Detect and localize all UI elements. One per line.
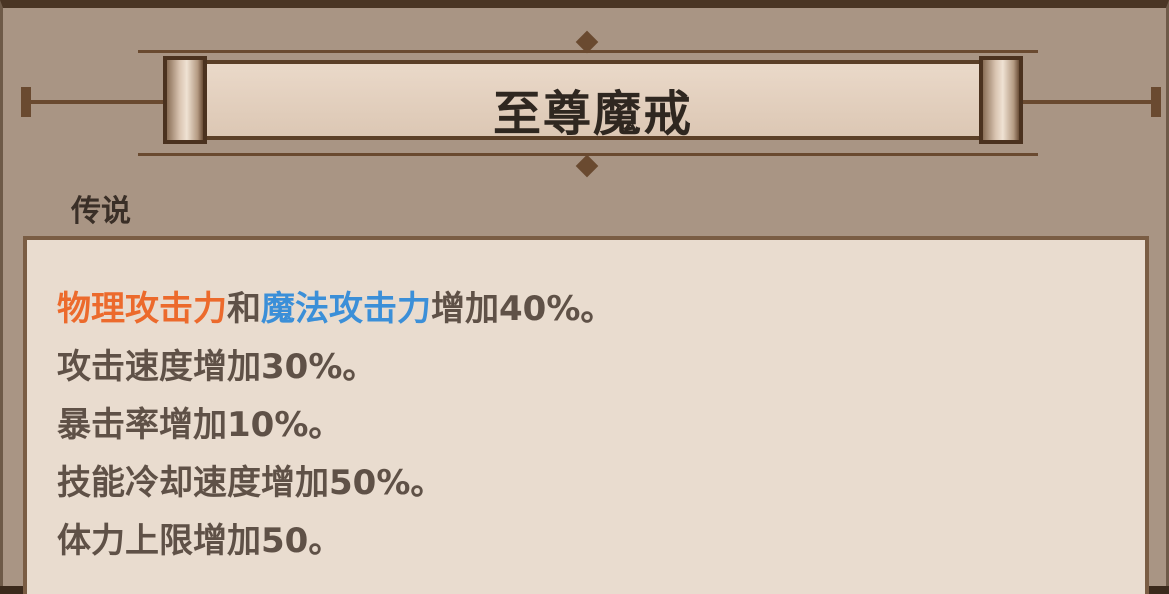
attack-bonus-text: 增加40%。 xyxy=(431,289,615,329)
stat-line-attack-speed: 攻击速度增加30%。 xyxy=(57,347,377,387)
ornament-left-line xyxy=(25,100,165,104)
ornament-left-cap xyxy=(21,87,31,117)
item-tooltip-panel: 至尊魔戒 传说 物理攻击力和魔法攻击力增加40%。 攻击速度增加30%。 暴击率… xyxy=(0,0,1169,594)
stat-line-crit-rate: 暴击率增加10%。 xyxy=(57,405,343,445)
item-name: 至尊魔戒 xyxy=(492,86,693,142)
ornament-bottom-diamond xyxy=(575,154,599,178)
physical-attack-keyword: 物理攻击力 xyxy=(57,289,227,329)
stat-line-cooldown: 技能冷却速度增加50%。 xyxy=(57,463,445,503)
description-box: 物理攻击力和魔法攻击力增加40%。 攻击速度增加30%。 暴击率增加10%。 技… xyxy=(23,236,1149,594)
title-banner: 至尊魔戒 xyxy=(163,56,1023,144)
ornament-right-line xyxy=(1023,100,1151,104)
description-lines: 物理攻击力和魔法攻击力增加40%。 攻击速度增加30%。 暴击率增加10%。 技… xyxy=(57,280,614,570)
magic-attack-keyword: 魔法攻击力 xyxy=(261,289,431,329)
ornament-right-cap xyxy=(1151,87,1161,117)
stat-line-attack: 物理攻击力和魔法攻击力增加40%。 xyxy=(57,280,614,338)
item-rarity: 传说 xyxy=(71,194,131,229)
conjunction-text: 和 xyxy=(227,289,261,329)
stat-line-hp-max: 体力上限增加50。 xyxy=(57,521,343,561)
